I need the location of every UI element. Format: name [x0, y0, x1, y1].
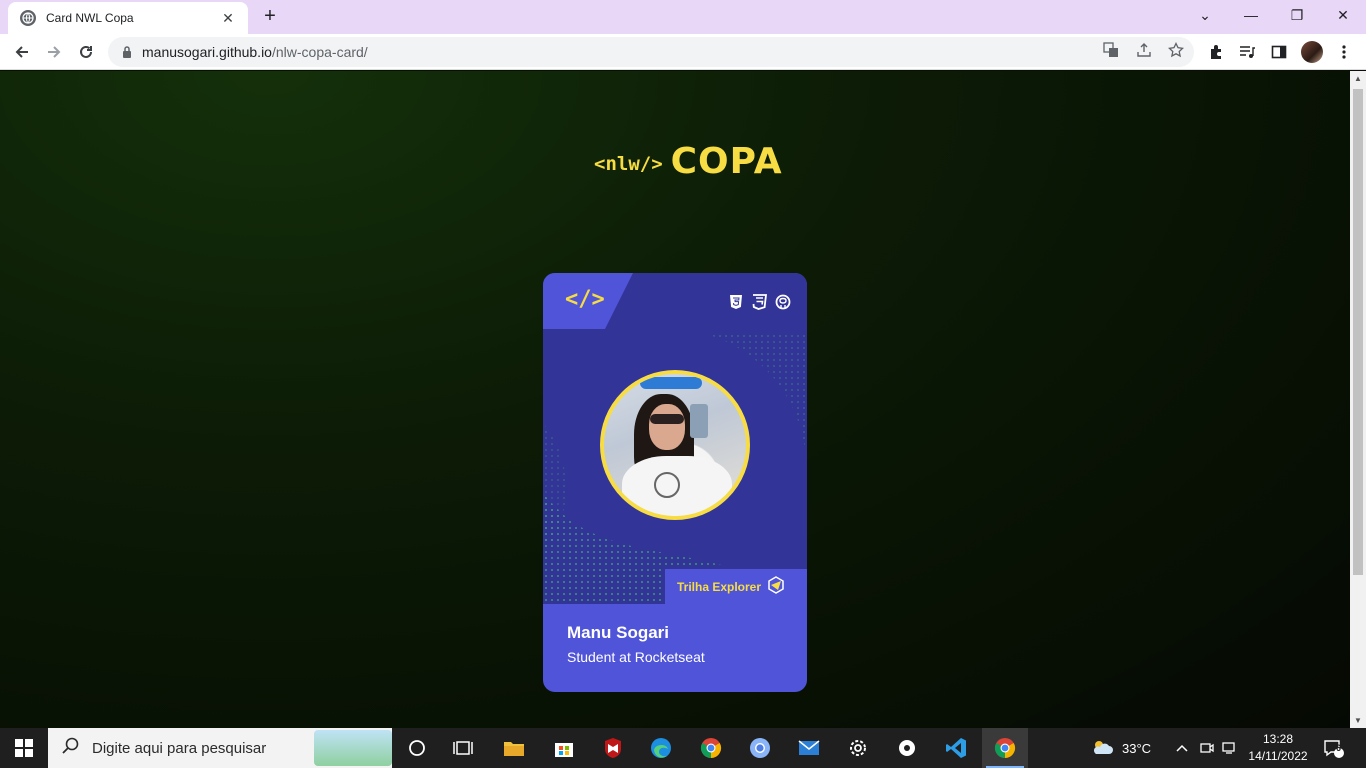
globe-icon: [20, 10, 36, 26]
taskbar-search-box[interactable]: Digite aqui para pesquisar: [48, 728, 392, 768]
scrollbar-thumb[interactable]: [1353, 89, 1363, 575]
translate-icon[interactable]: [1102, 41, 1120, 59]
page-scrollbar[interactable]: ▲ ▼: [1350, 71, 1366, 728]
system-clock[interactable]: 13:28 14/11/2022: [1244, 731, 1312, 765]
github-icon: [775, 293, 791, 310]
logo-tag: <nlw/>: [594, 153, 663, 175]
explorer-badge-icon: [767, 575, 785, 599]
forward-icon[interactable]: [40, 38, 68, 66]
windows-taskbar: Digite aqui para pesquisar 33°C 13:28 14…: [0, 728, 1366, 768]
url-text: manusogari.github.io/nlw-copa-card/: [142, 44, 368, 60]
mcafee-icon[interactable]: [590, 728, 636, 768]
extensions-icon[interactable]: [1206, 42, 1226, 62]
chrome-profile-icon[interactable]: [737, 728, 783, 768]
media-control-icon[interactable]: [1237, 42, 1257, 62]
css3-icon: [751, 293, 767, 310]
tab-close-icon[interactable]: ✕: [220, 10, 236, 27]
windows-start-icon[interactable]: [0, 728, 48, 768]
logo-word: COPA: [670, 141, 783, 182]
temperature-text: 33°C: [1122, 740, 1152, 756]
profile-role: Student at Rocketseat: [567, 649, 705, 665]
url-host: manusogari.github.io: [142, 44, 272, 60]
code-tag-icon: </>: [565, 287, 605, 312]
meet-icon[interactable]: [1200, 728, 1214, 768]
mail-icon[interactable]: [786, 728, 832, 768]
tray-chevron-icon[interactable]: [1176, 728, 1188, 768]
search-placeholder: Digite aqui para pesquisar: [92, 739, 267, 757]
settings-gear-icon[interactable]: [835, 728, 881, 768]
weather-widget[interactable]: 33°C: [1090, 728, 1151, 768]
network-icon[interactable]: [1222, 728, 1238, 768]
clock-time: 13:28: [1262, 732, 1294, 746]
address-bar[interactable]: manusogari.github.io/nlw-copa-card/: [108, 37, 1194, 67]
browser-tab[interactable]: Card NWL Copa ✕: [8, 2, 248, 34]
html5-icon: [728, 293, 744, 310]
trail-badge: Trilha Explorer: [665, 569, 807, 605]
profile-avatar[interactable]: [1301, 41, 1323, 63]
reload-icon[interactable]: [72, 38, 100, 66]
card-footer: Manu Sogari Student at Rocketseat: [567, 623, 705, 665]
search-icon: [62, 737, 80, 760]
profile-name: Manu Sogari: [567, 623, 670, 642]
nlw-copa-logo: <nlw/> COPA: [594, 141, 783, 182]
vscode-icon[interactable]: [933, 728, 979, 768]
task-view-icon[interactable]: [440, 728, 486, 768]
microsoft-store-icon[interactable]: [541, 728, 587, 768]
weather-icon: [1090, 737, 1114, 760]
cortana-icon[interactable]: [394, 728, 440, 768]
edge-icon[interactable]: [638, 728, 684, 768]
trail-label: Trilha Explorer: [677, 580, 762, 594]
back-icon[interactable]: [8, 38, 36, 66]
file-explorer-icon[interactable]: [491, 728, 537, 768]
minimize-icon[interactable]: —: [1228, 0, 1274, 30]
share-icon[interactable]: [1135, 41, 1153, 59]
search-highlight-image: [314, 730, 392, 766]
chrome-active-icon[interactable]: [982, 728, 1028, 768]
window-close-icon[interactable]: ✕: [1320, 0, 1366, 30]
profile-card: </> Trilha Explorer Manu Sogari Student …: [543, 273, 807, 692]
restore-icon[interactable]: ❐: [1274, 0, 1320, 30]
page-viewport: <nlw/> COPA </> Trilha Explorer Manu Sog…: [0, 71, 1350, 728]
tab-title: Card NWL Copa: [46, 11, 134, 25]
browser-toolbar: manusogari.github.io/nlw-copa-card/: [0, 34, 1366, 70]
notification-count: 6: [1336, 743, 1342, 753]
avatar-photo: [600, 370, 750, 520]
chrome-icon[interactable]: [688, 728, 734, 768]
clock-date: 14/11/2022: [1248, 749, 1308, 763]
notification-center-icon[interactable]: 6: [1322, 728, 1344, 768]
scroll-down-icon[interactable]: ▼: [1354, 716, 1362, 725]
side-panel-icon[interactable]: [1269, 42, 1289, 62]
lock-icon[interactable]: [120, 45, 134, 59]
new-tab-button[interactable]: +: [258, 4, 282, 28]
tab-search-icon[interactable]: ⌄: [1182, 0, 1228, 30]
bookmark-star-icon[interactable]: [1167, 41, 1185, 59]
scroll-up-icon[interactable]: ▲: [1354, 74, 1362, 83]
gear-app-icon[interactable]: [884, 728, 930, 768]
more-menu-icon[interactable]: [1334, 42, 1354, 62]
url-path: /nlw-copa-card/: [271, 44, 368, 60]
tab-strip: Card NWL Copa ✕ + ⌄ — ❐ ✕: [0, 0, 1366, 34]
